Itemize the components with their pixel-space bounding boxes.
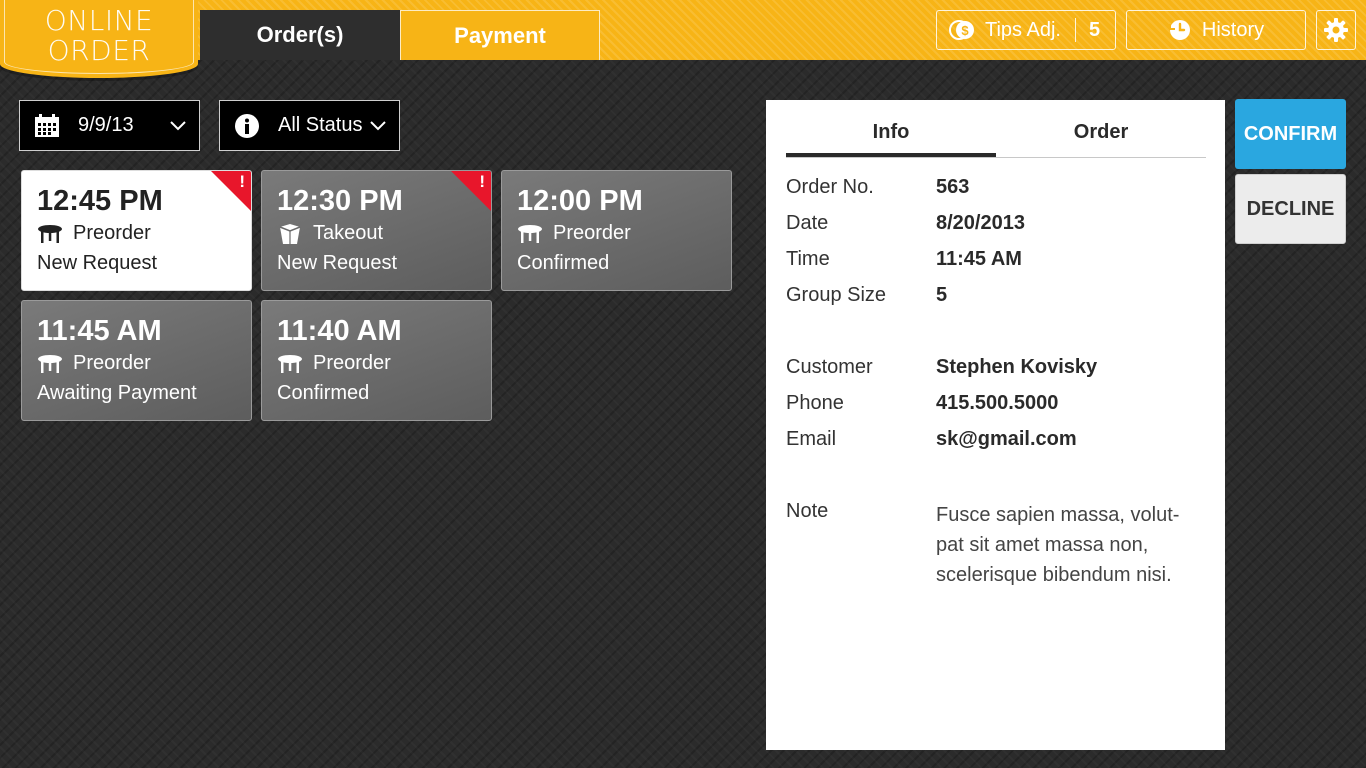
date-value: 8/20/2013 <box>936 212 1025 234</box>
order-card[interactable]: ! 12:45 PM Preorder New Request <box>21 170 252 291</box>
tab-info[interactable]: Info <box>786 120 996 158</box>
table-icon <box>37 223 63 245</box>
date-filter-dropdown[interactable]: 9/9/13 <box>19 100 200 151</box>
time-label: Time <box>786 248 830 270</box>
order-status: New Request <box>37 252 158 274</box>
note-label: Note <box>786 500 829 522</box>
calendar-icon <box>34 113 60 138</box>
decline-button[interactable]: DECLINE <box>1235 174 1346 244</box>
svg-text:$: $ <box>961 23 969 38</box>
history-button[interactable]: History <box>1126 10 1306 50</box>
time-value: 11:45 AM <box>936 248 1022 270</box>
tab-order-items[interactable]: Order <box>996 120 1206 158</box>
gear-icon <box>1323 17 1349 43</box>
phone-label: Phone <box>786 392 844 414</box>
settings-button[interactable] <box>1316 10 1356 50</box>
detail-row-date: Date 8/20/2013 <box>786 212 1025 235</box>
order-type: Preorder <box>553 222 631 244</box>
coins-icon: $ <box>949 19 975 41</box>
chevron-down-icon <box>369 117 387 141</box>
order-time: 12:30 PM <box>277 185 403 217</box>
order-detail-panel: Info Order Order No. 563 Date 8/20/2013 … <box>766 100 1225 750</box>
detail-row-email: Email sk@gmail.com <box>786 428 1077 451</box>
info-icon <box>234 113 260 139</box>
status-filter-value: All Status <box>278 114 363 136</box>
order-time: 11:40 AM <box>277 315 402 347</box>
top-bar: ONLINE ORDER Order(s) Payment $ Tips Adj… <box>0 0 1366 78</box>
alert-mark: ! <box>239 172 245 191</box>
order-card[interactable]: 11:40 AM Preorder Confirmed <box>261 300 492 421</box>
phone-value: 415.500.5000 <box>936 392 1059 414</box>
order-status: Awaiting Payment <box>37 382 197 404</box>
tab-divider <box>786 157 1206 158</box>
email-value: sk@gmail.com <box>936 428 1077 450</box>
date-label: Date <box>786 212 829 234</box>
detail-row-customer: Customer Stephen Kovisky <box>786 356 1097 379</box>
tab-payment[interactable]: Payment <box>400 10 600 60</box>
table-icon <box>277 353 303 375</box>
status-filter-dropdown[interactable]: All Status <box>219 100 400 151</box>
table-icon <box>37 353 63 375</box>
order-card[interactable]: 11:45 AM Preorder Awaiting Payment <box>21 300 252 421</box>
chevron-down-icon <box>169 117 187 141</box>
confirm-button[interactable]: CONFIRM <box>1235 99 1346 169</box>
order-card[interactable]: 12:00 PM Preorder Confirmed <box>501 170 732 291</box>
order-type: Takeout <box>313 222 384 244</box>
order-card[interactable]: ! 12:30 PM Takeout New Request <box>261 170 492 291</box>
detail-row-group-size: Group Size 5 <box>786 284 947 307</box>
order-no-value: 563 <box>936 176 970 198</box>
order-time: 11:45 AM <box>37 315 162 347</box>
logo-line-1: ONLINE <box>44 4 154 37</box>
order-type: Preorder <box>73 222 151 244</box>
note-value: Fusce sapien massa, volut-pat sit amet m… <box>936 504 1180 586</box>
tips-adjust-button[interactable]: $ Tips Adj. 5 <box>936 10 1116 50</box>
tab-orders[interactable]: Order(s) <box>200 10 400 60</box>
order-status: Confirmed <box>517 252 610 274</box>
detail-row-order-no: Order No. 563 <box>786 176 969 199</box>
logo-line-2: ORDER <box>47 34 151 67</box>
tips-divider <box>1074 18 1076 42</box>
date-filter-value: 9/9/13 <box>78 114 134 136</box>
detail-row-note: Note Fusce sapien massa, volut-pat sit a… <box>786 500 1206 590</box>
customer-value: Stephen Kovisky <box>936 356 1098 378</box>
tips-count-badge: 5 <box>1088 18 1101 41</box>
email-label: Email <box>786 428 837 450</box>
detail-row-phone: Phone 415.500.5000 <box>786 392 1058 415</box>
group-size-value: 5 <box>936 284 948 306</box>
order-type: Preorder <box>73 352 151 374</box>
order-no-label: Order No. <box>786 176 874 198</box>
customer-label: Customer <box>786 356 873 378</box>
group-size-label: Group Size <box>786 284 887 306</box>
tips-adjust-label: Tips Adj. <box>985 18 1061 41</box>
history-label: History <box>1201 18 1265 41</box>
order-status: New Request <box>277 252 398 274</box>
app-logo: ONLINE ORDER <box>0 0 198 78</box>
alert-flag <box>211 171 251 211</box>
takeout-box-icon <box>277 223 303 245</box>
history-clock-icon <box>1168 18 1192 42</box>
alert-flag <box>451 171 491 211</box>
alert-mark: ! <box>479 172 485 191</box>
order-type: Preorder <box>313 352 391 374</box>
order-time: 12:00 PM <box>517 185 643 217</box>
order-status: Confirmed <box>277 382 370 404</box>
order-time: 12:45 PM <box>37 185 163 217</box>
detail-row-time: Time 11:45 AM <box>786 248 1022 271</box>
table-icon <box>517 223 543 245</box>
